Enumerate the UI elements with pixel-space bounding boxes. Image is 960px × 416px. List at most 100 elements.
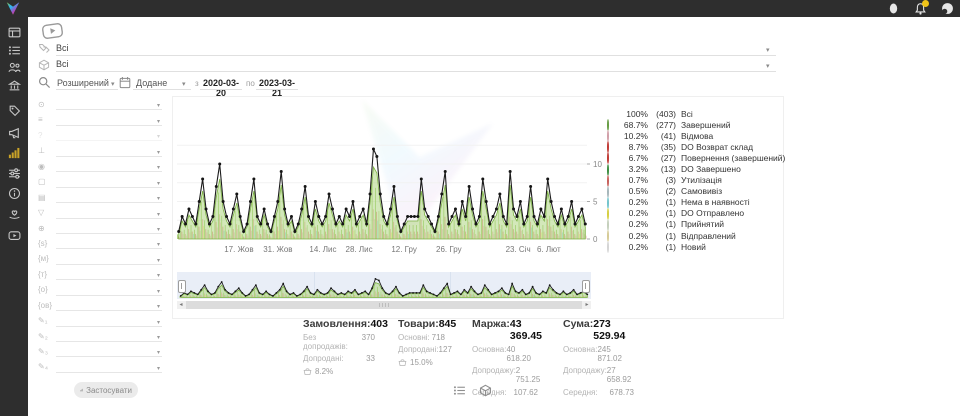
search-mode-field[interactable] [56, 79, 118, 90]
product-dropdown[interactable] [56, 187, 162, 188]
stat-sub-label: Середня: [563, 388, 598, 397]
filter-row-payment[interactable]: ▤▾ [36, 190, 164, 205]
filter-row-var-s[interactable]: {s}▾ [36, 236, 164, 251]
stat-sub-row: 8.2% [303, 367, 375, 376]
sidebar-item-marketing[interactable] [8, 126, 21, 139]
sidebar-item-price-tags[interactable] [8, 104, 21, 117]
brush-handle-right[interactable] [582, 280, 590, 293]
legend-item[interactable]: 68.7%(277)Завершений [607, 119, 779, 130]
filter-row-var-o[interactable]: {о}▾ [36, 282, 164, 297]
list-view-button[interactable] [453, 384, 466, 397]
note-1-dropdown[interactable] [56, 326, 162, 327]
app-logo-icon[interactable] [4, 1, 22, 16]
funnel-dropdown[interactable] [56, 218, 162, 219]
var-s-dropdown[interactable] [56, 248, 162, 249]
filter-row-identity[interactable]: ◉▾ [36, 159, 164, 174]
status-dropdown[interactable] [56, 140, 162, 141]
filter-row-note-3[interactable]: ✎₃▾ [36, 344, 164, 359]
sidebar-item-info[interactable] [8, 187, 21, 200]
package-view-button[interactable] [479, 384, 492, 397]
main-chart[interactable]: 0510 [177, 101, 607, 247]
note-3-dropdown[interactable] [56, 356, 162, 357]
filter-row-geo[interactable]: ⊙▾ [36, 97, 164, 112]
sidebar-item-orders[interactable] [8, 44, 21, 57]
level-dropdown[interactable] [56, 125, 162, 126]
legend-label: Прийнятий [681, 219, 724, 229]
legend-item[interactable]: 0.5%(2)Самовивіз [607, 186, 779, 197]
web-dropdown[interactable] [56, 233, 162, 234]
legend-item[interactable]: 0.2%(1)DO Отправлено [607, 208, 779, 219]
stat-sub-value: 8.2% [315, 367, 333, 376]
var-ov-dropdown[interactable] [56, 310, 162, 311]
date-field-dropdown[interactable] [133, 79, 191, 90]
product-filter-caret-icon[interactable]: ▾ [766, 62, 770, 70]
notifications-button[interactable] [914, 2, 927, 15]
legend-item[interactable]: 8.7%(35)DO Возврат склад [607, 141, 779, 152]
stat-sub-row: Без допродажів:370 [303, 333, 375, 351]
sidebar-item-video-tutorials[interactable] [8, 229, 21, 242]
geo-dropdown[interactable] [56, 109, 162, 110]
note-2-dropdown[interactable] [56, 341, 162, 342]
filter-row-web[interactable]: ⊕▾ [36, 221, 164, 236]
stat-sub-value: 718 [432, 333, 445, 342]
product-filter-field[interactable] [56, 60, 776, 72]
help-video-button[interactable] [41, 22, 64, 41]
legend-item[interactable]: 3.2%(13)DO Завершено [607, 163, 779, 174]
filter-row-var-ov[interactable]: {ов}▾ [36, 298, 164, 313]
legend-item[interactable]: 0.2%(1)Нема в наявності [607, 197, 779, 208]
note-4-dropdown[interactable] [56, 372, 162, 373]
stat-sub-value: 370 [362, 333, 375, 351]
overview-chart[interactable] [177, 272, 591, 299]
legend-item[interactable]: 100%(403)Всі [607, 108, 779, 119]
legend-swatch-icon [607, 241, 609, 253]
sidebar-item-integrations[interactable] [8, 167, 21, 180]
var-o-dropdown[interactable] [56, 295, 162, 296]
var-m-dropdown[interactable] [56, 264, 162, 265]
scrollbar-thumb[interactable] [186, 301, 582, 309]
filter-row-var-m[interactable]: {м}▾ [36, 251, 164, 266]
stat-sub-value: 245 871.02 [597, 345, 634, 363]
legend-item[interactable]: 0.7%(3)Утилізація [607, 175, 779, 186]
legend-item[interactable]: 6.7%(27)Повернення (завершений) [607, 152, 779, 163]
brush-handle-left[interactable] [178, 280, 186, 293]
theme-toggle-icon[interactable] [941, 2, 954, 15]
var-t-dropdown[interactable] [56, 279, 162, 280]
note-1-caret-icon: ▾ [157, 319, 160, 326]
sidebar-item-clients[interactable] [8, 61, 21, 74]
filter-row-var-t[interactable]: {т}▾ [36, 267, 164, 282]
legend-item[interactable]: 0.2%(1)Відправлений [607, 230, 779, 241]
filter-row-note-4[interactable]: ✎₄▾ [36, 359, 164, 374]
source-filter-field[interactable] [56, 44, 776, 56]
list-view-icon [453, 384, 466, 397]
sidebar-item-statistics[interactable] [8, 146, 21, 159]
legend-item[interactable]: 0.2%(1)Новий [607, 241, 779, 252]
legend-item[interactable]: 0.2%(1)Прийнятий [607, 219, 779, 230]
identity-caret-icon: ▾ [157, 164, 160, 171]
legend-item[interactable]: 10.2%(41)Відмова [607, 130, 779, 141]
chart-scrollbar[interactable]: ◂ ▸ [177, 301, 591, 309]
stat-value: 403 [370, 318, 388, 330]
payment-dropdown[interactable] [56, 202, 162, 203]
filter-row-status[interactable]: ?▾ [36, 128, 164, 143]
sidebar-item-support[interactable] [8, 207, 21, 220]
user-icon[interactable] [887, 2, 900, 15]
identity-dropdown[interactable] [56, 171, 162, 172]
sidebar-item-company[interactable] [8, 79, 21, 92]
scroll-left-icon[interactable]: ◂ [177, 301, 185, 309]
status-icon: ? [38, 131, 54, 140]
filter-row-structure[interactable]: ⊥▾ [36, 143, 164, 158]
filter-row-note-2[interactable]: ✎₂▾ [36, 329, 164, 344]
scroll-right-icon[interactable]: ▸ [583, 301, 591, 309]
apply-button[interactable]: Застосувати [74, 382, 138, 398]
structure-dropdown[interactable] [56, 156, 162, 157]
filter-row-note-1[interactable]: ✎₁▾ [36, 313, 164, 328]
filter-row-level[interactable]: ≡▾ [36, 112, 164, 127]
level-icon: ≡ [38, 115, 54, 124]
scrollbar-grip [379, 303, 389, 307]
source-filter-caret-icon[interactable]: ▾ [766, 46, 770, 54]
legend-label: DO Завершено [681, 164, 741, 174]
filter-row-funnel[interactable]: ▽▾ [36, 205, 164, 220]
filter-row-product[interactable]: ▢▾ [36, 174, 164, 189]
legend-label: Нема в наявності [681, 197, 750, 207]
sidebar-item-dashboard-panel[interactable] [8, 26, 21, 39]
